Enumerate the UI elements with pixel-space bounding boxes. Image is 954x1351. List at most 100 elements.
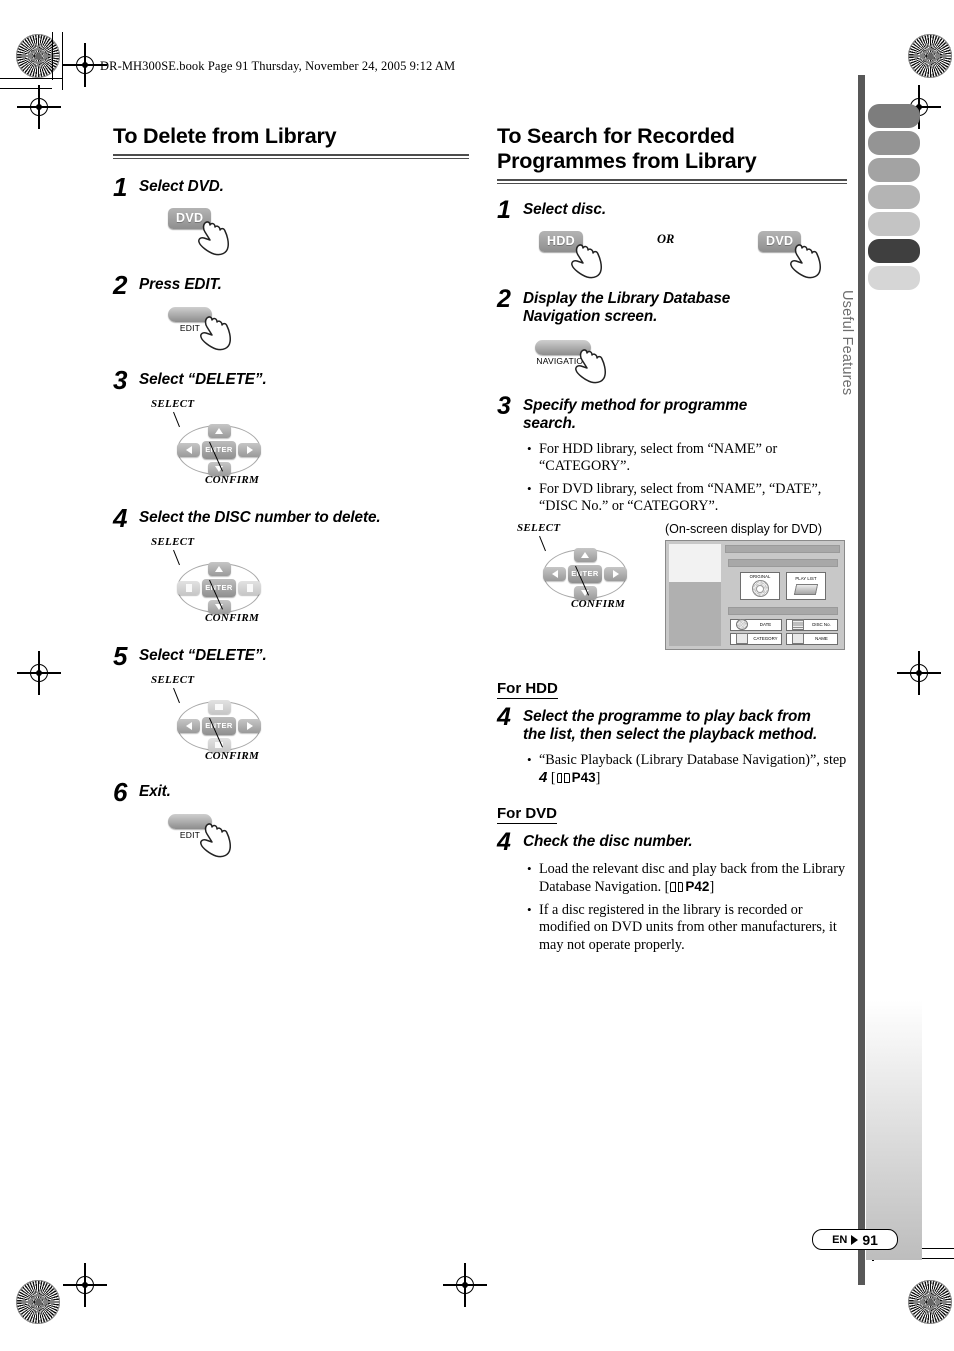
- step-illustration: SELECT ENTER CONFIRM: [151, 398, 469, 490]
- arrow-left-button[interactable]: [177, 718, 200, 733]
- arrow-left-button[interactable]: [177, 442, 200, 457]
- step-row: 3 Select “DELETE”.: [113, 364, 469, 395]
- remote-key-dvd[interactable]: DVD: [168, 207, 212, 229]
- thumb-tab: [868, 131, 920, 155]
- remote-key-edit[interactable]: EDIT: [168, 813, 212, 840]
- osd-button-label: CATEGORY: [753, 636, 778, 642]
- key-label: EDIT: [179, 322, 201, 333]
- arrow-cluster: ENTER: [535, 546, 635, 602]
- arrow-up-button[interactable]: [207, 423, 231, 438]
- osd-title-bar: [725, 544, 840, 553]
- arrow-right-button[interactable]: [238, 442, 261, 457]
- page-gradient-panel: [866, 1000, 922, 1260]
- arrow-up-button[interactable]: [207, 561, 231, 576]
- step-text: Select the DISC number to delete.: [139, 508, 381, 526]
- step-number: 6: [113, 776, 128, 807]
- osd-tile-label: PLAY LIST: [795, 576, 817, 582]
- bracket-close: ]: [595, 770, 601, 787]
- step-number: 1: [497, 195, 511, 224]
- step-text: Exit.: [139, 782, 171, 800]
- title-rule: [497, 179, 847, 184]
- osd-tile-label: ORIGINAL: [749, 574, 771, 580]
- print-control-target: [16, 34, 60, 78]
- bullet-item: Load the relevant disc and play back fro…: [527, 860, 847, 897]
- page-number-badge: EN 91: [812, 1229, 898, 1250]
- step-number: 1: [113, 171, 128, 202]
- step-row: 5 Select “DELETE”.: [113, 640, 469, 671]
- book-icon: [670, 882, 684, 893]
- book-header-line: DR-MH300SE.book Page 91 Thursday, Novemb…: [100, 59, 456, 73]
- arrow-right-button[interactable]: [238, 580, 261, 595]
- arrow-up-button[interactable]: [573, 547, 597, 562]
- key-cap: [535, 339, 591, 355]
- step-number: 5: [113, 640, 128, 671]
- step-number: 3: [497, 391, 511, 420]
- grid-icon: [790, 619, 806, 631]
- crop-mark: [62, 32, 64, 90]
- osd-button-category[interactable]: CATEGORY: [730, 632, 782, 645]
- step-illustration: NAVIGATION: [535, 339, 847, 388]
- select-label: SELECT: [517, 521, 561, 534]
- step-row: 2 Press EDIT.: [113, 269, 469, 300]
- bracket-close: ]: [709, 879, 715, 896]
- step-illustration: EDIT: [168, 813, 469, 862]
- arrow-left-button[interactable]: [177, 580, 200, 595]
- osd-caption: (On-screen display for DVD): [665, 521, 822, 536]
- crop-mark: [0, 88, 52, 90]
- bullet-item: For DVD library, select from “NAME”, “DA…: [527, 480, 847, 516]
- left-section-title: To Delete from Library: [113, 124, 337, 148]
- arrow-right-button[interactable]: [238, 718, 261, 733]
- print-control-target: [16, 1280, 60, 1324]
- remote-key-navigation[interactable]: NAVIGATION: [535, 339, 591, 366]
- osd-button-name[interactable]: NAME: [786, 632, 838, 645]
- page-locale: EN: [832, 1233, 848, 1246]
- enter-button[interactable]: ENTER: [202, 716, 236, 735]
- title-rule: [113, 154, 469, 159]
- page-reference: P43: [571, 770, 596, 786]
- book-icon: [556, 773, 570, 784]
- arrow-up-button[interactable]: [207, 699, 231, 714]
- osd-button-label: DISC No.: [812, 622, 831, 628]
- step-number: 2: [497, 284, 511, 313]
- osd-button-date[interactable]: DATE: [730, 618, 782, 631]
- osd-button-discno[interactable]: DISC No.: [786, 618, 838, 631]
- disc-icon: [751, 580, 769, 598]
- for-dvd-bullets: Load the relevant disc and play back fro…: [497, 860, 847, 955]
- left-column: To Delete from Library 1 Select DVD. DVD…: [113, 124, 469, 862]
- step-illustration: HDD OR DVD: [539, 230, 847, 279]
- step3-illustration: SELECT ENTER CONFIRM (On-screen display …: [497, 522, 847, 670]
- remote-key-hdd[interactable]: HDD: [539, 230, 583, 252]
- step-illustration: SELECT ENTER CONFIRM: [151, 536, 469, 628]
- bullet-item: If a disc registered in the library is r…: [527, 901, 847, 955]
- arrow-right-button[interactable]: [604, 566, 627, 581]
- enter-button[interactable]: ENTER: [202, 578, 236, 597]
- step3-bullets: For HDD library, select from “NAME” or “…: [497, 440, 847, 516]
- osd-tile-playlist[interactable]: PLAY LIST: [786, 571, 826, 600]
- enter-button[interactable]: ENTER: [568, 564, 602, 583]
- step-number: 2: [113, 269, 128, 300]
- osd-button-label: DATE: [759, 622, 772, 628]
- step-text: Select “DELETE”.: [139, 370, 267, 388]
- select-label: SELECT: [151, 535, 195, 548]
- step-text: Select the programme to play back from t…: [523, 707, 818, 744]
- bullet-text: “Basic Playback (Library Database Naviga…: [539, 751, 847, 768]
- step-number: 3: [113, 364, 128, 395]
- osd-button-label: NAME: [815, 636, 828, 642]
- confirm-label: CONFIRM: [205, 473, 260, 486]
- arrow-left-button[interactable]: [543, 566, 566, 581]
- enter-button[interactable]: ENTER: [202, 440, 236, 459]
- remote-key-edit[interactable]: EDIT: [168, 306, 212, 333]
- step-text: Select “DELETE”.: [139, 646, 267, 664]
- or-label: OR: [657, 231, 675, 246]
- confirm-label: CONFIRM: [205, 749, 260, 762]
- crop-mark: [52, 32, 54, 80]
- page-reference: P42: [685, 879, 710, 895]
- confirm-label: CONFIRM: [205, 611, 260, 624]
- step-illustration: SELECT ENTER CONFIRM: [151, 674, 469, 766]
- remote-key-dvd[interactable]: DVD: [758, 230, 802, 252]
- step-row: 3 Specify method for programme search.: [497, 391, 847, 434]
- print-control-target: [908, 1280, 952, 1324]
- key-label: NAVIGATION: [536, 355, 590, 366]
- key-cap: [168, 813, 212, 829]
- osd-tile-original[interactable]: ORIGINAL: [740, 571, 780, 600]
